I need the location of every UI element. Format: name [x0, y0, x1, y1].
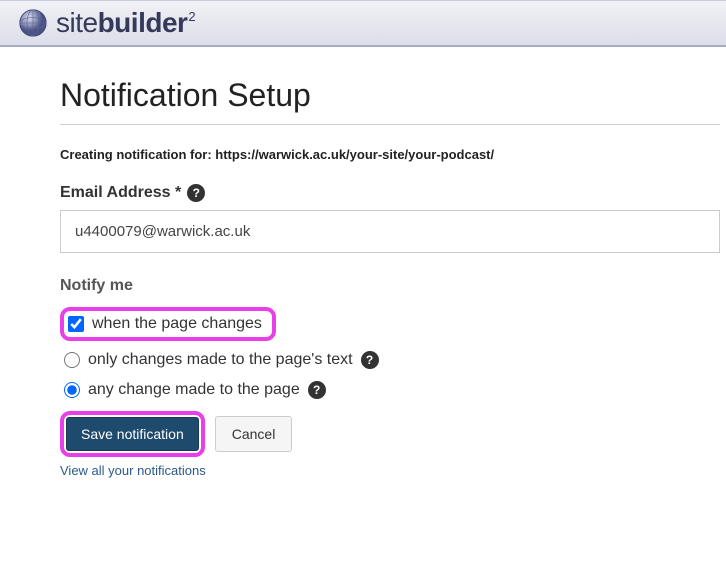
button-row: Save notification Cancel — [60, 411, 726, 457]
radio-any-change[interactable] — [64, 382, 80, 398]
creating-for-text: Creating notification for: https://warwi… — [60, 147, 726, 162]
creating-prefix: Creating notification for: — [60, 147, 215, 162]
email-label: Email Address * — [60, 184, 181, 202]
radio-text-only-row[interactable]: only changes made to the page's text ? — [60, 351, 726, 369]
globe-icon — [18, 8, 48, 38]
email-field[interactable] — [60, 210, 720, 253]
page-changes-label: when the page changes — [92, 315, 262, 333]
logo-superscript: 2 — [188, 9, 195, 24]
highlight-save: Save notification — [60, 411, 205, 457]
notify-me-label: Notify me — [60, 277, 726, 295]
view-all-notifications-link[interactable]: View all your notifications — [60, 463, 726, 478]
help-icon[interactable]: ? — [308, 381, 326, 399]
logo-site: site — [56, 7, 98, 39]
page-changes-checkbox[interactable] — [68, 316, 84, 332]
save-button[interactable]: Save notification — [66, 417, 199, 451]
radio-text-only[interactable] — [64, 352, 80, 368]
creating-url: https://warwick.ac.uk/your-site/your-pod… — [215, 147, 494, 162]
highlight-checkbox: when the page changes — [60, 307, 276, 341]
radio-any-change-row[interactable]: any change made to the page ? — [60, 381, 726, 399]
page-title: Notification Setup — [60, 77, 726, 114]
main-content: Notification Setup Creating notification… — [0, 47, 726, 478]
divider — [60, 124, 720, 125]
page-changes-row[interactable]: when the page changes — [68, 315, 262, 333]
app-logo-text: sitebuilder2 — [56, 7, 196, 39]
radio-text-only-label: only changes made to the page's text — [88, 351, 353, 369]
radio-any-change-label: any change made to the page — [88, 381, 300, 399]
help-icon[interactable]: ? — [187, 184, 205, 202]
email-label-row: Email Address * ? — [60, 184, 726, 202]
cancel-button[interactable]: Cancel — [215, 416, 293, 452]
app-header: sitebuilder2 — [0, 0, 726, 47]
logo-builder: builder — [98, 7, 188, 39]
help-icon[interactable]: ? — [361, 351, 379, 369]
